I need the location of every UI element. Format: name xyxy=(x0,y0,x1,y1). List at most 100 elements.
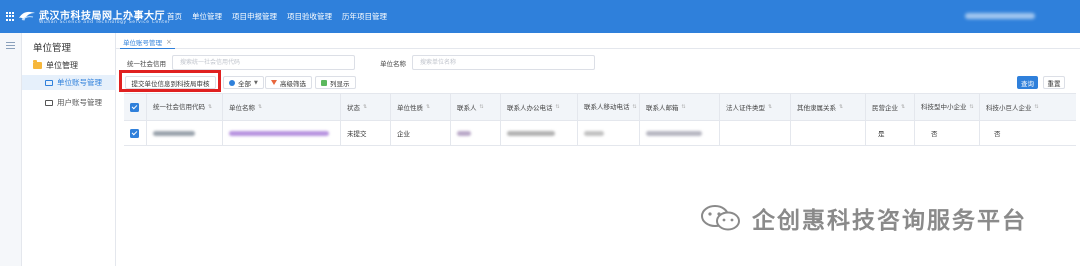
col-private-enterprise[interactable]: 民营企业 ⇅ xyxy=(865,94,914,120)
cell-private-enterprise: 是 xyxy=(865,121,914,145)
advanced-filter-button[interactable]: 高级筛选 xyxy=(265,76,312,89)
nav-history-projects[interactable]: 历年项目管理 xyxy=(342,11,387,22)
columns-icon xyxy=(321,79,327,86)
unit-name-label: 单位名称 xyxy=(380,60,406,68)
globe-icon xyxy=(229,79,235,86)
credit-code-label: 统一社会信用 xyxy=(127,60,166,68)
sort-icon: ⇅ xyxy=(681,104,686,110)
sort-icon: ⇅ xyxy=(839,104,844,110)
sort-icon: ⇅ xyxy=(901,104,906,110)
cell-unit-nature: 企业 xyxy=(390,121,450,145)
sidebar-item-label: 用户账号管理 xyxy=(57,98,102,107)
user-info-blurred[interactable] xyxy=(965,13,1035,19)
top-bar: 武汉市科技局网上办事大厅 Wuhan Science and Technolog… xyxy=(0,0,1080,33)
redacted-value xyxy=(584,130,604,136)
logo-icon xyxy=(19,11,35,21)
col-legal-id-type[interactable]: 法人证件类型 ⇅ xyxy=(719,94,790,120)
sidebar-group-unit[interactable]: 单位管理 xyxy=(33,60,78,71)
col-unit-name[interactable]: 单位名称 ⇅ xyxy=(222,94,340,120)
table-header: 统一社会信用代码 ⇅ 单位名称 ⇅ 状态 ⇅ 单位性质 ⇅ 联系人 ⇅ 联系人办公电话 ⇅ … xyxy=(124,93,1076,121)
checkbox-checked-icon xyxy=(130,128,139,138)
chevron-down-icon: ▼ xyxy=(254,79,258,86)
wechat-icon xyxy=(701,205,740,231)
col-status[interactable]: 状态 ⇅ xyxy=(340,94,390,120)
main-nav: 首页 单位管理 项目申报管理 项目验收管理 历年项目管理 xyxy=(167,11,387,22)
col-email[interactable]: 联系人邮箱 ⇅ xyxy=(639,94,719,120)
cell-tech-sme: 否 xyxy=(914,121,979,145)
col-credit-code[interactable]: 统一社会信用代码 ⇅ xyxy=(146,94,222,120)
sidebar-item-unit-accounts[interactable]: 单位账号管理 xyxy=(22,75,116,90)
column-display-button[interactable]: 列显示 xyxy=(315,76,356,89)
col-contact[interactable]: 联系人 ⇅ xyxy=(450,94,500,120)
folder-icon xyxy=(33,60,42,69)
checkbox-checked-icon xyxy=(130,102,139,112)
cell-status: 未提交 xyxy=(340,121,390,145)
unit-table: 统一社会信用代码 ⇅ 单位名称 ⇅ 状态 ⇅ 单位性质 ⇅ 联系人 ⇅ 联系人办公电话 ⇅ … xyxy=(124,93,1076,146)
sort-icon: ⇅ xyxy=(1034,104,1039,110)
sort-icon: ⇅ xyxy=(555,104,560,110)
id-card-icon xyxy=(45,79,53,86)
nav-unit-management[interactable]: 单位管理 xyxy=(192,11,222,22)
col-tech-giant[interactable]: 科技小巨人企业 ⇅ xyxy=(979,94,1076,120)
col-other-affiliation[interactable]: 其他隶属关系 ⇅ xyxy=(790,94,865,120)
cell-tech-giant: 否 xyxy=(979,121,1076,145)
cell-legal-id-type xyxy=(719,121,790,145)
cell-mobile-phone xyxy=(577,121,639,145)
query-button[interactable]: 查询 xyxy=(1017,76,1038,89)
sort-icon: ⇅ xyxy=(208,104,213,110)
cell-email xyxy=(639,121,719,145)
sidebar-title: 单位管理 xyxy=(33,43,72,54)
id-card-icon xyxy=(45,99,53,106)
sort-icon: ⇅ xyxy=(426,104,431,110)
row-checkbox[interactable] xyxy=(124,121,146,145)
cell-office-phone xyxy=(500,121,577,145)
col-unit-nature[interactable]: 单位性质 ⇅ xyxy=(390,94,450,120)
sort-icon: ⇅ xyxy=(768,104,773,110)
cell-contact xyxy=(450,121,500,145)
sidebar-item-label: 单位账号管理 xyxy=(57,78,102,87)
col-tech-sme[interactable]: 科技型中小企业 ⇅ xyxy=(914,94,979,120)
redacted-value xyxy=(507,130,555,136)
redacted-value xyxy=(229,130,329,136)
menu-toggle-icon[interactable] xyxy=(6,42,15,49)
tab-label: 单位账号管理 xyxy=(123,39,162,47)
brand-subtitle: Wuhan Science and Technology Service Cen… xyxy=(39,20,171,25)
advanced-filter-label: 高级筛选 xyxy=(280,79,306,88)
sidebar-group-label: 单位管理 xyxy=(46,61,78,70)
redacted-value xyxy=(457,130,471,136)
tab-unit-accounts[interactable]: 单位账号管理 × xyxy=(120,36,175,49)
cell-unit-name xyxy=(222,121,340,145)
app-grid-icon[interactable] xyxy=(6,12,15,21)
scope-dropdown[interactable]: 全部 ▼ xyxy=(223,76,264,89)
sort-icon: ⇅ xyxy=(632,104,637,110)
submit-to-bureau-button[interactable]: 提交单位信息到科技局审核 xyxy=(125,76,216,89)
redacted-value xyxy=(646,130,702,136)
nav-home[interactable]: 首页 xyxy=(167,11,182,22)
unit-name-input[interactable] xyxy=(412,55,595,70)
watermark: 企创惠科技咨询服务平台 xyxy=(698,201,1027,235)
sort-icon: ⇅ xyxy=(363,104,368,110)
sort-icon: ⇅ xyxy=(479,104,484,110)
col-mobile-phone[interactable]: 联系人移动电话 ⇅ xyxy=(577,94,639,120)
reset-button[interactable]: 重置 xyxy=(1043,76,1065,89)
sort-icon: ⇅ xyxy=(969,104,974,110)
column-display-label: 列显示 xyxy=(330,79,350,88)
redacted-value xyxy=(153,130,195,136)
cell-credit-code xyxy=(146,121,222,145)
left-rail xyxy=(0,33,22,266)
close-icon[interactable]: × xyxy=(166,38,172,46)
sort-icon: ⇅ xyxy=(258,104,263,110)
col-office-phone[interactable]: 联系人办公电话 ⇅ xyxy=(500,94,577,120)
cell-other-affiliation xyxy=(790,121,865,145)
sidebar-item-user-accounts[interactable]: 用户账号管理 xyxy=(22,95,116,110)
tab-strip: 单位账号管理 × xyxy=(116,36,1080,49)
nav-project-acceptance[interactable]: 项目验收管理 xyxy=(287,11,332,22)
filter-icon xyxy=(271,80,277,85)
sidebar: 单位管理 单位管理 单位账号管理 用户账号管理 xyxy=(22,33,116,266)
scope-label: 全部 xyxy=(238,79,251,88)
credit-code-input[interactable] xyxy=(172,55,355,70)
watermark-text: 企创惠科技咨询服务平台 xyxy=(752,208,1027,234)
nav-project-application[interactable]: 项目申报管理 xyxy=(232,11,277,22)
table-row[interactable]: 未提交 企业 是 否 否 xyxy=(124,121,1076,146)
select-all-checkbox[interactable] xyxy=(124,94,146,120)
